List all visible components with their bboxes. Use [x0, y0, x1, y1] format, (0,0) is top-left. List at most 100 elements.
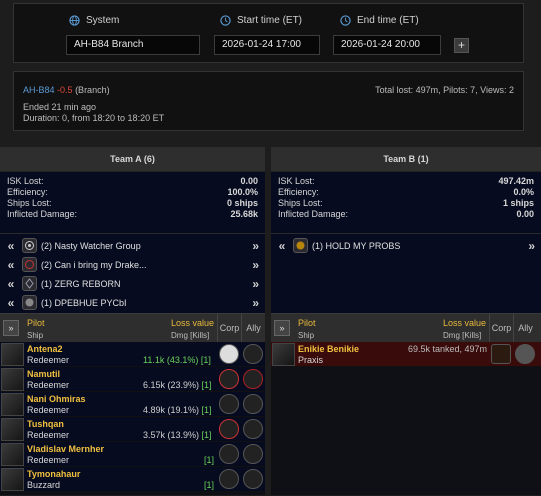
start-label-text: Start time (ET) [237, 15, 303, 26]
kills-text: [1] [204, 455, 215, 465]
group-label: (1) DPEBHUE PYCbI [41, 297, 127, 308]
group-row[interactable]: « (1) DPEBHUE PYCbI » [0, 293, 265, 312]
stat-label: Efficiency: [7, 187, 48, 197]
ship-name: Redeemer [27, 455, 70, 465]
team-b-title: Team B (1) [271, 147, 541, 172]
pilot-row[interactable]: Antena2 Redeemer 11.1k (43.1%) [1] [0, 342, 265, 367]
system-link[interactable]: AH-B84 [23, 85, 55, 95]
ally-column-header[interactable]: Ally [241, 314, 265, 343]
corp-logo[interactable] [219, 344, 239, 364]
ship-name: Redeemer [27, 380, 70, 390]
stat-value: 1 ships [502, 198, 534, 208]
pilot-name[interactable]: Antena2 [27, 344, 63, 354]
start-time-input[interactable]: 2026-01-24 17:00 [214, 35, 320, 55]
corp-logo[interactable] [491, 344, 511, 364]
move-left-icon[interactable]: « [4, 296, 18, 310]
move-left-icon[interactable]: « [4, 277, 18, 291]
duration-text: Duration: 0, from 18:20 to 18:20 ET [23, 113, 165, 123]
corp-column-header[interactable]: Corp [217, 314, 241, 343]
ship-name: Redeemer [27, 405, 70, 415]
alliance-logo[interactable] [243, 344, 263, 364]
pilot-row[interactable]: Namutil Redeemer 6.15k (23.9%) [1] [0, 367, 265, 392]
pilot-name[interactable]: Enikie Benikie [298, 344, 359, 354]
ally-column-header[interactable]: Ally [513, 314, 537, 343]
pilot-row[interactable]: Tushqan Redeemer 3.57k (13.9%) [1] [0, 417, 265, 442]
pilot-name[interactable]: Namutil [27, 369, 60, 379]
globe-icon [69, 15, 80, 26]
damage-text: 4.89k (19.1%) [143, 405, 200, 415]
damage-value: [1] [204, 480, 214, 490]
stat-label: Ships Lost: [278, 198, 323, 208]
stat-value: 25.68k [230, 209, 258, 219]
alliance-logo[interactable] [243, 469, 263, 489]
corp-logo-icon [293, 238, 308, 253]
pilot-row[interactable]: Tymonahaur Buzzard [1] [0, 467, 265, 492]
alliance-logo[interactable] [243, 369, 263, 389]
pilot-row[interactable]: Enikie Benikie Praxis 69.5k tanked, 497m [271, 342, 541, 367]
move-right-icon[interactable]: » [252, 296, 259, 310]
pilot-name[interactable]: Tushqan [27, 419, 64, 429]
system-input[interactable]: AH-B84 Branch [66, 35, 200, 55]
pilot-name[interactable]: Tymonahaur [27, 469, 80, 479]
tank-value: 69.5k tanked, 497m [408, 344, 488, 354]
damage-text: 6.15k (23.9%) [143, 380, 200, 390]
group-label: (2) Nasty Watcher Group [41, 240, 141, 251]
move-left-icon[interactable]: « [4, 239, 18, 253]
team-b-panel: Team B (1) ISK Lost: 497.42m Efficiency: 0… [271, 147, 541, 495]
corp-logo[interactable] [219, 419, 239, 439]
pilot-row[interactable]: Vladislav Mernher Redeemer [1] [0, 442, 265, 467]
add-button[interactable]: + [454, 38, 469, 53]
stat-label: ISK Lost: [278, 176, 315, 186]
dmg-column-header[interactable]: Dmg [Kills] [171, 331, 209, 340]
alliance-logo[interactable] [243, 419, 263, 439]
ship-column-header[interactable]: Ship [27, 331, 43, 340]
loss-column-header[interactable]: Loss value [443, 318, 486, 328]
stat-row: Inflicted Damage: 0.00 [271, 209, 541, 220]
ship-image [272, 343, 295, 366]
corp-column-header[interactable]: Corp [489, 314, 513, 343]
region-name: (Branch) [75, 85, 110, 95]
corp-logo[interactable] [219, 444, 239, 464]
ship-image [1, 393, 24, 416]
move-right-icon[interactable]: » [252, 258, 259, 272]
alliance-logo[interactable] [515, 344, 535, 364]
stat-row: ISK Lost: 0.00 [0, 176, 265, 187]
ship-image [1, 343, 24, 366]
pilot-column-header[interactable]: Pilot [27, 318, 45, 328]
move-left-icon[interactable]: « [4, 258, 18, 272]
loss-column-header[interactable]: Loss value [171, 318, 214, 328]
group-row[interactable]: « (2) Can i bring my Drake... » [0, 255, 265, 274]
corp-logo[interactable] [219, 369, 239, 389]
system-label: System [69, 15, 119, 26]
sort-button[interactable]: » [274, 320, 290, 336]
kills-text: [1] [201, 405, 212, 415]
pilot-column-header[interactable]: Pilot [298, 318, 316, 328]
move-left-icon[interactable]: « [275, 239, 289, 253]
move-right-icon[interactable]: » [252, 239, 259, 253]
move-right-icon[interactable]: » [528, 239, 535, 253]
damage-value: 4.89k (19.1%) [1] [143, 405, 212, 415]
group-row[interactable]: « (1) HOLD MY PROBS » [271, 236, 541, 255]
corp-logo-icon [22, 238, 37, 253]
corp-logo[interactable] [219, 469, 239, 489]
ship-name: Redeemer [27, 430, 70, 440]
ship-column-header[interactable]: Ship [298, 331, 314, 340]
pilot-name[interactable]: Nani Ohmiras [27, 394, 86, 404]
stat-label: ISK Lost: [7, 176, 44, 186]
end-time-input[interactable]: 2026-01-24 20:00 [333, 35, 441, 55]
ship-name: Redeemer [27, 355, 70, 365]
pilot-row[interactable]: Nani Ohmiras Redeemer 4.89k (19.1%) [1] [0, 392, 265, 417]
pilot-table-header: » Pilot Ship Loss value Dmg [Kills] Corp… [271, 313, 541, 343]
pilot-name[interactable]: Vladislav Mernher [27, 444, 104, 454]
alliance-logo[interactable] [243, 444, 263, 464]
ended-text: Ended 21 min ago [23, 102, 97, 112]
group-row[interactable]: « (1) ZERG REBORN » [0, 274, 265, 293]
dmg-column-header[interactable]: Dmg [Kills] [443, 331, 481, 340]
alliance-logo[interactable] [243, 394, 263, 414]
corp-logo-icon [22, 257, 37, 272]
move-right-icon[interactable]: » [252, 277, 259, 291]
sort-button[interactable]: » [3, 320, 19, 336]
corp-logo[interactable] [219, 394, 239, 414]
group-row[interactable]: « (2) Nasty Watcher Group » [0, 236, 265, 255]
stat-label: Inflicted Damage: [278, 209, 349, 219]
